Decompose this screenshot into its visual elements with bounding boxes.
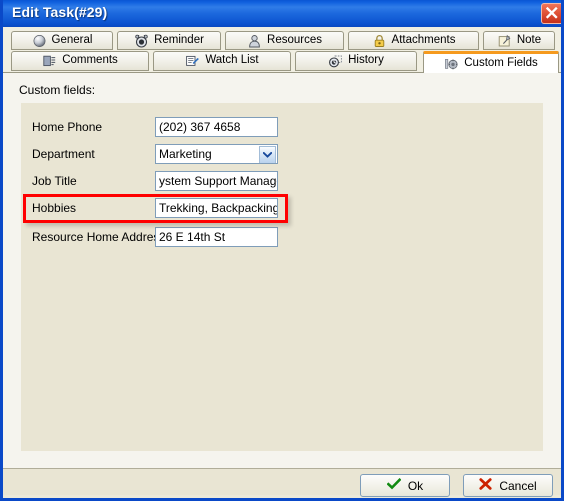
gear-icon — [444, 57, 459, 71]
close-icon[interactable] — [541, 3, 561, 24]
department-combobox[interactable]: Marketing — [155, 144, 278, 164]
tab-resources-label: Resources — [267, 33, 322, 46]
watch-list-icon — [185, 54, 200, 68]
tab-history[interactable]: History — [295, 51, 417, 71]
field-row-job-title: Job Title ystem Support Manager — [21, 171, 543, 193]
home-phone-input[interactable]: (202) 367 4658 — [155, 117, 278, 137]
red-x-icon — [479, 478, 492, 493]
section-label: Custom fields: — [19, 83, 96, 97]
field-row-home-phone: Home Phone (202) 367 4658 — [21, 117, 543, 139]
title-bar: Edit Task(#29) — [3, 0, 561, 27]
alarm-clock-icon — [134, 34, 149, 48]
dialog-footer: Ok Cancel — [3, 468, 561, 497]
pushpin-note-icon — [497, 34, 512, 48]
cancel-button-label: Cancel — [499, 478, 537, 493]
tab-reminder-label: Reminder — [154, 33, 204, 46]
tab-general-label: General — [51, 33, 93, 46]
tab-watch-list-label: Watch List — [205, 54, 259, 67]
tab-note-label: Note — [516, 33, 542, 46]
job-title-input[interactable]: ystem Support Manager — [155, 171, 278, 191]
field-label-resource-home-address: Resource Home Address — [32, 230, 166, 244]
tab-comments[interactable]: Comments — [11, 51, 149, 71]
ok-button-label: Ok — [407, 478, 424, 493]
padlock-icon — [372, 34, 387, 48]
field-label-department: Department — [32, 147, 95, 161]
chevron-down-icon[interactable] — [259, 146, 276, 163]
tab-watch-list[interactable]: Watch List — [153, 51, 291, 71]
sphere-icon — [32, 34, 47, 48]
cancel-button[interactable]: Cancel — [463, 474, 553, 497]
window-title: Edit Task(#29) — [12, 4, 108, 20]
hobbies-input[interactable]: Trekking, Backpacking, — [155, 198, 278, 218]
field-row-resource-home-address: Resource Home Address 26 E 14th St — [21, 227, 543, 249]
tab-comments-label: Comments — [62, 54, 118, 67]
tab-attachments[interactable]: Attachments — [348, 31, 479, 50]
history-clock-icon — [328, 54, 343, 68]
resource-home-address-input[interactable]: 26 E 14th St — [155, 227, 278, 247]
tab-attachments-label: Attachments — [391, 33, 456, 46]
field-label-home-phone: Home Phone — [32, 120, 103, 134]
field-row-department: Department Marketing — [21, 144, 543, 166]
custom-fields-page: Custom fields: Home Phone (202) 367 4658… — [3, 72, 561, 468]
custom-fields-panel: Home Phone (202) 367 4658 Department Mar… — [21, 103, 543, 451]
field-row-hobbies: Hobbies Trekking, Backpacking, — [21, 198, 543, 220]
tab-custom-fields-label: Custom Fields — [464, 56, 538, 69]
person-icon — [247, 34, 262, 48]
tab-general[interactable]: General — [11, 31, 113, 50]
tab-resources[interactable]: Resources — [225, 31, 344, 50]
tab-strip: General Reminder Resources Attachments N… — [3, 27, 561, 73]
chevron-glyph — [263, 152, 272, 158]
tab-note[interactable]: Note — [483, 31, 555, 50]
department-value: Marketing — [159, 147, 212, 161]
ok-button[interactable]: Ok — [360, 474, 450, 497]
field-label-job-title: Job Title — [32, 174, 77, 188]
tab-reminder[interactable]: Reminder — [117, 31, 221, 50]
edit-task-window: Edit Task(#29) General Reminder Resource… — [0, 0, 564, 501]
client-area: General Reminder Resources Attachments N… — [3, 27, 561, 497]
close-x-glyph — [545, 6, 558, 19]
comment-lines-icon — [42, 54, 57, 68]
tab-custom-fields[interactable]: Custom Fields — [423, 51, 559, 73]
field-label-hobbies: Hobbies — [32, 201, 77, 215]
green-check-icon — [386, 477, 402, 493]
tab-history-label: History — [348, 54, 384, 67]
